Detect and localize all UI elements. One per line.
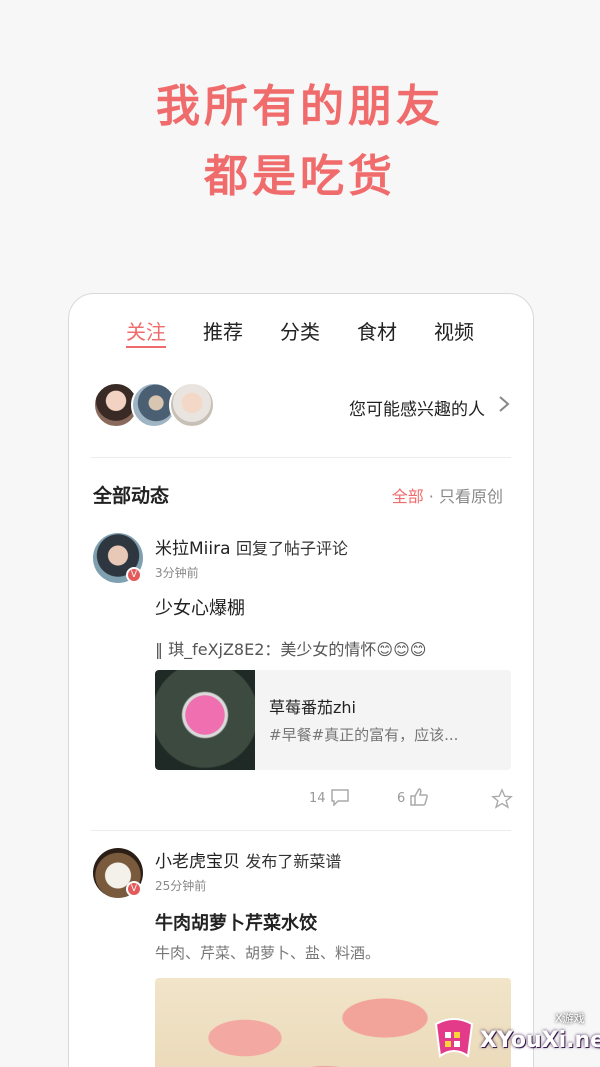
suggested-people-row[interactable]: 您可能感兴趣的人 bbox=[93, 382, 513, 434]
filter-separator: · bbox=[423, 487, 439, 506]
recipe-title: 草莓番茄zhi bbox=[269, 698, 356, 717]
username[interactable]: 米拉Miira bbox=[155, 539, 231, 559]
post-action: 回复了帖子评论 bbox=[235, 539, 348, 558]
tab-label: 食材 bbox=[357, 320, 397, 344]
comment-count: 14 bbox=[309, 791, 326, 806]
post-header: 小老虎宝贝 发布了新菜谱 bbox=[155, 847, 341, 872]
verified-badge-icon: V bbox=[126, 567, 142, 583]
recipe-title[interactable]: 牛肉胡萝卜芹菜水饺 bbox=[155, 909, 317, 935]
comment-icon bbox=[330, 789, 349, 807]
tab-label: 视频 bbox=[434, 320, 474, 344]
filter-all[interactable]: 全部 bbox=[392, 487, 424, 506]
tab-bar: 关注 推荐 分类 食材 视频 bbox=[69, 316, 533, 356]
tab-category[interactable]: 分类 bbox=[280, 316, 320, 345]
verified-badge-icon: V bbox=[126, 881, 142, 897]
watermark-text: XYouXi.net bbox=[480, 1028, 600, 1053]
tab-label: 推荐 bbox=[203, 320, 243, 344]
tab-label: 关注 bbox=[126, 320, 166, 344]
like-button[interactable]: 6 bbox=[397, 788, 429, 806]
suggested-people-label: 您可能感兴趣的人 bbox=[349, 400, 485, 420]
tab-video[interactable]: 视频 bbox=[434, 316, 474, 345]
post-time: 3分钟前 bbox=[155, 566, 199, 580]
chevron-right-icon bbox=[499, 396, 510, 412]
tab-label: 分类 bbox=[280, 320, 320, 344]
username[interactable]: 小老虎宝贝 bbox=[155, 852, 240, 872]
tab-recommend[interactable]: 推荐 bbox=[203, 316, 243, 345]
like-count: 6 bbox=[397, 791, 406, 806]
active-tab-indicator bbox=[126, 346, 166, 348]
quoted-comment: ‖ 琪_feXjZ8E2：美少女的情怀😊😊😊 bbox=[155, 640, 427, 659]
tab-ingredients[interactable]: 食材 bbox=[357, 316, 397, 345]
watermark-small-text: X游戏 bbox=[555, 1012, 585, 1025]
feed-title: 全部动态 bbox=[93, 485, 170, 507]
promo-line-2: 都是吃货 bbox=[204, 151, 396, 202]
linked-recipe-card[interactable]: 草莓番茄zhi #早餐#真正的富有，应该... bbox=[155, 670, 511, 770]
post-title[interactable]: 少女心爆棚 bbox=[155, 594, 245, 620]
recipe-ingredients: 牛肉、芹菜、胡萝卜、盐、料酒。 bbox=[155, 944, 381, 962]
suggested-avatar bbox=[169, 382, 215, 428]
promo-headline: 我所有的朋友 都是吃货 bbox=[0, 72, 600, 212]
post-action: 发布了新菜谱 bbox=[245, 852, 342, 871]
promo-line-1: 我所有的朋友 bbox=[156, 81, 444, 132]
feed-filter: 全部 · 只看原创 bbox=[392, 483, 503, 507]
post-time: 25分钟前 bbox=[155, 879, 207, 893]
recipe-description: #早餐#真正的富有，应该... bbox=[269, 726, 459, 744]
comment-button[interactable]: 14 bbox=[309, 788, 350, 807]
tab-follow[interactable]: 关注 bbox=[126, 316, 166, 348]
divider bbox=[91, 457, 511, 458]
recipe-thumbnail bbox=[155, 670, 255, 770]
post-header: 米拉Miira 回复了帖子评论 bbox=[155, 534, 348, 559]
divider bbox=[91, 830, 511, 831]
filter-original-only[interactable]: 只看原创 bbox=[439, 487, 503, 506]
favorite-star-icon[interactable] bbox=[491, 788, 513, 810]
gamepad-logo-icon bbox=[434, 1018, 474, 1058]
app-screen: 关注 推荐 分类 食材 视频 您可能感兴趣的人 全部动态 全部 · 只看原创 V bbox=[68, 293, 534, 1067]
site-watermark: X游戏 XYouXi.net bbox=[430, 1008, 600, 1066]
thumbs-up-icon bbox=[410, 788, 429, 806]
